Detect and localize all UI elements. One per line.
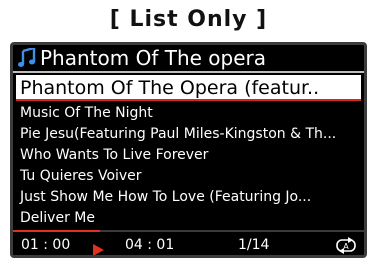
svg-text:A: A [343, 242, 349, 251]
caption-list-only: [ List Only ] [109, 7, 268, 32]
track-item[interactable]: Who Wants To Live Forever [13, 145, 364, 166]
playlist-title: Phantom Of The opera [40, 46, 266, 70]
player-screen: Phantom Of The opera Phantom Of The Oper… [10, 42, 367, 258]
track-item[interactable]: Just Show Me How To Love (Featuring Jo..… [13, 187, 364, 208]
track-list: Phantom Of The Opera (featur.. Music Of … [13, 73, 364, 229]
total-duration: 04 : 01 [125, 237, 175, 253]
track-item[interactable]: Pie Jesu(Featuring Paul Miles-Kingston &… [13, 124, 364, 145]
track-item[interactable]: Music Of The Night [13, 103, 364, 124]
track-counter: 1/14 [238, 237, 270, 253]
playlist-header: Phantom Of The opera [13, 45, 364, 71]
elapsed-time: 01 : 00 [21, 237, 71, 253]
music-note-icon [16, 47, 38, 69]
track-item-selected[interactable]: Phantom Of The Opera (featur.. [16, 75, 361, 101]
progress-bar[interactable] [13, 230, 364, 232]
repeat-one-icon[interactable]: A [335, 237, 357, 255]
status-bar: 01 : 00 04 : 01 1/14 A [13, 233, 364, 255]
track-item[interactable]: Tu Quieres Voiver [13, 166, 364, 187]
track-item[interactable]: Deliver Me [13, 208, 364, 229]
play-icon[interactable] [92, 240, 104, 255]
progress-fill [13, 230, 100, 232]
